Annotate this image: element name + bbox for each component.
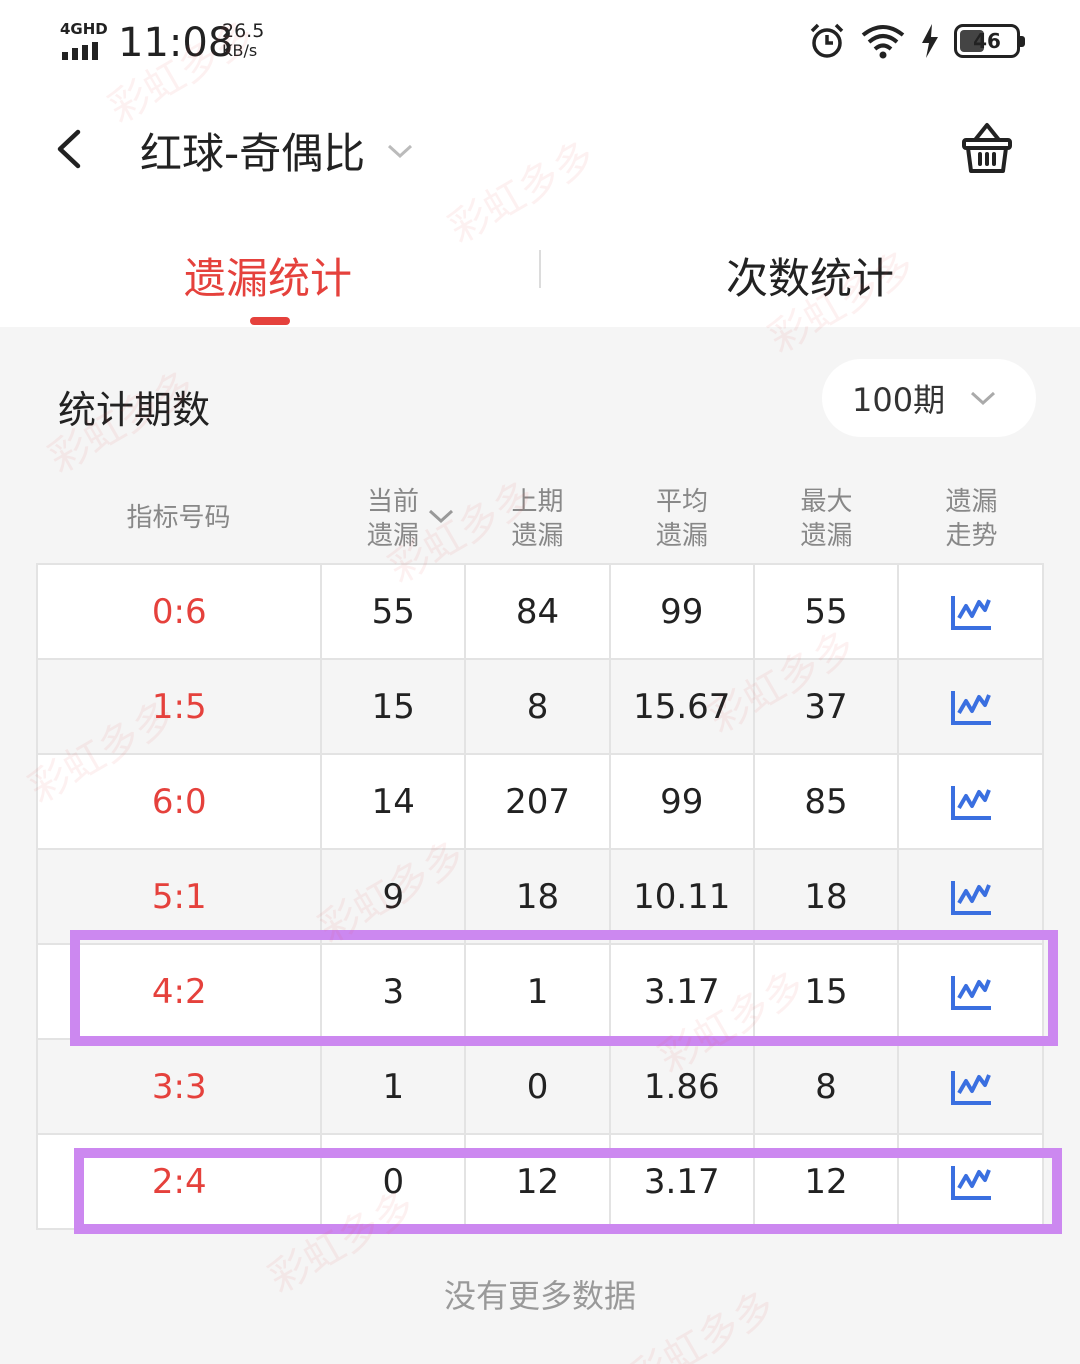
network-type: 4GHD — [60, 20, 108, 38]
chevron-down-icon — [388, 144, 413, 158]
active-tab-indicator — [250, 317, 290, 325]
highlight-box-row-4-2 — [70, 930, 1058, 1046]
omission-table: 0:6 55 84 99 55 1:5 15 8 15.67 37 6:0 14 207 99 85 5:1 9… — [36, 563, 1045, 1230]
trend-chart-icon[interactable] — [899, 565, 1045, 658]
row-current-omission: 15 — [322, 660, 467, 753]
trend-chart-icon[interactable] — [899, 660, 1045, 753]
row-avg-omission: 15.67 — [611, 660, 755, 753]
header-current-omission[interactable]: 当前 遗漏 — [321, 485, 465, 553]
no-more-data: 没有更多数据 — [443, 1277, 636, 1315]
table-header: 指标号码 当前 遗漏 上期 遗漏 平均 遗漏 最大 遗漏 遗漏 走势 — [36, 477, 1044, 565]
trend-chart-icon[interactable] — [899, 755, 1045, 848]
period-select[interactable]: 100期 — [822, 359, 1036, 437]
row-code: 6:0 — [38, 755, 323, 848]
row-last-omission: 84 — [466, 565, 611, 658]
row-max-omission: 8 — [755, 1040, 900, 1133]
charging-icon — [922, 24, 938, 58]
tab-omission-stats[interactable]: 遗漏统计 — [184, 245, 352, 306]
header-avg-omission: 平均 遗漏 — [655, 487, 708, 551]
header-last-omission: 上期 遗漏 — [511, 487, 564, 551]
row-avg-omission: 1.86 — [611, 1040, 755, 1133]
row-max-omission: 37 — [755, 660, 900, 753]
title-dropdown[interactable]: 红球-奇偶比 — [140, 120, 415, 181]
clock-time: 11:08 — [118, 20, 234, 66]
signal-icon: 4GHD — [60, 20, 110, 60]
tab-bar: 遗漏统计 次数统计 — [0, 215, 1080, 327]
table-row: 0:6 55 84 99 55 — [38, 565, 1045, 660]
row-avg-omission: 99 — [611, 755, 755, 848]
period-value: 100期 — [852, 381, 946, 419]
highlight-box-row-2-4 — [74, 1148, 1062, 1234]
row-last-omission: 0 — [466, 1040, 611, 1133]
app-header: 红球-奇偶比 — [0, 100, 1080, 200]
tab-count-stats[interactable]: 次数统计 — [726, 245, 894, 306]
row-last-omission: 207 — [466, 755, 611, 848]
status-bar: 4GHD 11:08 26.5 KB/s 46 — [0, 0, 1080, 90]
table-row: 6:0 14 207 99 85 — [38, 755, 1045, 850]
row-avg-omission: 99 — [611, 565, 755, 658]
table-row: 3:3 1 0 1.86 8 — [38, 1040, 1045, 1135]
period-label: 统计期数 — [58, 388, 211, 432]
speed-value: 26.5 — [222, 20, 265, 42]
trend-chart-icon[interactable] — [899, 1040, 1045, 1133]
row-max-omission: 55 — [755, 565, 900, 658]
network-speed: 26.5 KB/s — [222, 20, 265, 61]
page-title: 红球-奇偶比 — [140, 129, 366, 178]
row-current-omission: 1 — [322, 1040, 467, 1133]
wifi-icon — [861, 25, 905, 59]
alarm-icon — [810, 23, 844, 58]
row-current-omission: 14 — [322, 755, 467, 848]
chevron-down-icon — [971, 391, 996, 406]
header-trend: 遗漏 走势 — [945, 487, 998, 551]
row-current-omission: 55 — [322, 565, 467, 658]
chevron-left-icon[interactable] — [46, 124, 96, 174]
sort-chevron-icon — [428, 509, 454, 524]
row-code: 1:5 — [38, 660, 323, 753]
row-code: 0:6 — [38, 565, 323, 658]
basket-icon[interactable] — [958, 120, 1016, 178]
header-code: 指标号码 — [126, 503, 231, 533]
row-max-omission: 85 — [755, 755, 900, 848]
speed-unit: KB/s — [222, 41, 258, 60]
battery-icon: 46 — [954, 24, 1025, 58]
row-last-omission: 8 — [466, 660, 611, 753]
table-row: 1:5 15 8 15.67 37 — [38, 660, 1045, 755]
battery-level: 46 — [973, 29, 1001, 53]
tab-divider — [539, 250, 541, 288]
header-max-omission: 最大 遗漏 — [800, 487, 853, 551]
row-code: 3:3 — [38, 1040, 323, 1133]
